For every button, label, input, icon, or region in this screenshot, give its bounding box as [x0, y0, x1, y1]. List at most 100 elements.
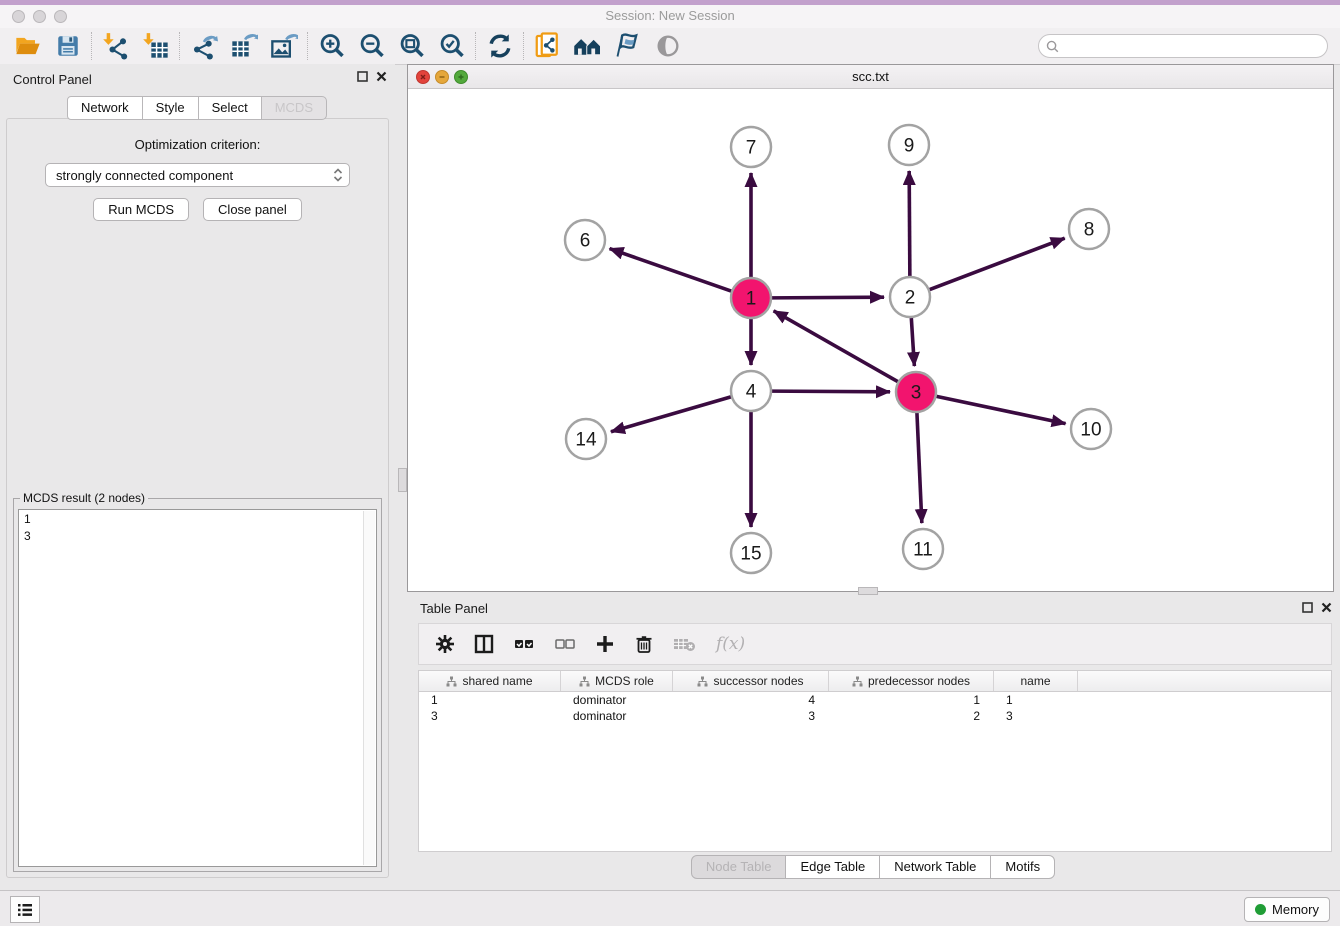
column-header-predecessor-nodes[interactable]: predecessor nodes — [829, 671, 994, 691]
birds-eye-view-button[interactable] — [648, 30, 688, 62]
run-mcds-button[interactable]: Run MCDS — [93, 198, 189, 221]
graph-edge-1-6[interactable] — [610, 249, 732, 291]
graph-edge-3-11[interactable] — [917, 413, 922, 523]
create-column-button[interactable] — [595, 634, 615, 654]
graph-node-7[interactable]: 7 — [731, 127, 771, 167]
search-input[interactable] — [1063, 36, 1327, 56]
graph-node-4[interactable]: 4 — [731, 371, 771, 411]
graph-node-8[interactable]: 8 — [1069, 209, 1109, 249]
zoom-selected-button[interactable] — [432, 30, 472, 62]
cell-mcds-role[interactable]: dominator — [561, 692, 673, 708]
cell-shared-name[interactable]: 3 — [419, 708, 561, 724]
cell-successor-nodes[interactable]: 3 — [673, 708, 829, 724]
zoom-out-button[interactable] — [352, 30, 392, 62]
tab-select[interactable]: Select — [198, 96, 262, 120]
cell-predecessor-nodes[interactable]: 2 — [829, 708, 994, 724]
flag-icon — [614, 32, 642, 60]
tab-mcds[interactable]: MCDS — [261, 96, 327, 120]
graph-node-11[interactable]: 11 — [903, 529, 943, 569]
tab-network-table[interactable]: Network Table — [879, 855, 991, 879]
graph-edge-1-2[interactable] — [772, 297, 884, 298]
tab-edge-table[interactable]: Edge Table — [785, 855, 880, 879]
graph-node-10[interactable]: 10 — [1071, 409, 1111, 449]
table-row[interactable]: 1 dominator 4 1 1 — [419, 692, 1331, 708]
export-network-button[interactable] — [184, 30, 224, 62]
graph-edge-3-1[interactable] — [774, 311, 898, 382]
zoom-in-button[interactable] — [312, 30, 352, 62]
network-canvas[interactable]: 7 9 6 8 1 2 4 3 14 10 15 11 — [408, 89, 1333, 592]
delete-column-button[interactable] — [634, 634, 654, 654]
table-toolbar: f(x) — [418, 623, 1332, 665]
table-settings-button[interactable] — [435, 634, 455, 654]
memory-button[interactable]: Memory — [1244, 897, 1330, 922]
float-panel-icon[interactable] — [357, 71, 368, 82]
tab-motifs[interactable]: Motifs — [990, 855, 1055, 879]
graph-edge-4-14[interactable] — [611, 397, 731, 432]
horizontal-splitter-grip[interactable] — [858, 587, 878, 595]
export-image-button[interactable] — [264, 30, 304, 62]
export-image-icon — [270, 32, 298, 60]
task-history-button[interactable] — [10, 896, 40, 923]
delete-table-button[interactable] — [673, 634, 697, 654]
close-panel-icon[interactable] — [376, 71, 387, 82]
column-header-mcds-role[interactable]: MCDS role — [561, 671, 673, 691]
cell-mcds-role[interactable]: dominator — [561, 708, 673, 724]
graph-node-3[interactable]: 3 — [896, 372, 936, 412]
graph-edge-3-10[interactable] — [937, 396, 1066, 423]
graph-edge-2-9[interactable] — [909, 171, 910, 276]
save-session-button[interactable] — [48, 30, 88, 62]
close-panel-button[interactable]: Close panel — [203, 198, 302, 221]
graph-node-14[interactable]: 14 — [566, 419, 606, 459]
result-scrollbar[interactable] — [363, 511, 375, 865]
graph-node-9[interactable]: 9 — [889, 125, 929, 165]
cell-predecessor-nodes[interactable]: 1 — [829, 692, 994, 708]
close-panel-icon[interactable] — [1321, 602, 1332, 613]
graph-edge-4-3[interactable] — [772, 391, 890, 392]
toolbar-separator — [91, 32, 93, 60]
select-all-columns-button[interactable] — [513, 634, 535, 654]
mcds-result-group: MCDS result (2 nodes) 1 3 — [13, 491, 382, 872]
table-panel: Table Panel — [407, 595, 1340, 887]
graph-node-15[interactable]: 15 — [731, 533, 771, 573]
annotations-button[interactable] — [608, 30, 648, 62]
tab-node-table[interactable]: Node Table — [691, 855, 787, 879]
graph-edge-2-3[interactable] — [911, 318, 914, 366]
svg-text:15: 15 — [740, 544, 761, 565]
column-header-name[interactable]: name — [994, 671, 1078, 691]
graph-node-1[interactable]: 1 — [731, 278, 771, 318]
svg-text:6: 6 — [580, 231, 591, 252]
float-panel-icon[interactable] — [1302, 602, 1313, 613]
cell-name[interactable]: 3 — [994, 708, 1078, 724]
tab-network[interactable]: Network — [67, 96, 143, 120]
window-titlebar: Session: New Session — [0, 5, 1340, 29]
column-header-shared-name[interactable]: shared name — [419, 671, 561, 691]
vertical-splitter-grip[interactable] — [398, 468, 407, 492]
column-type-icon — [697, 676, 708, 687]
export-table-button[interactable] — [224, 30, 264, 62]
network-from-selection-button[interactable] — [528, 30, 568, 62]
function-builder-button[interactable]: f(x) — [716, 634, 745, 654]
show-columns-button[interactable] — [474, 634, 494, 654]
open-session-button[interactable] — [8, 30, 48, 62]
import-table-button[interactable] — [136, 30, 176, 62]
table-panel-title: Table Panel — [420, 601, 488, 616]
optimization-criterion-select[interactable]: strongly connected component — [45, 163, 350, 187]
graph-node-6[interactable]: 6 — [565, 220, 605, 260]
search-box — [1038, 34, 1328, 58]
cell-shared-name[interactable]: 1 — [419, 692, 561, 708]
cell-successor-nodes[interactable]: 4 — [673, 692, 829, 708]
import-network-icon — [102, 32, 130, 60]
tab-style[interactable]: Style — [142, 96, 199, 120]
memory-label: Memory — [1272, 902, 1319, 917]
deselect-all-columns-button[interactable] — [554, 634, 576, 654]
cell-name[interactable]: 1 — [994, 692, 1078, 708]
first-neighbors-button[interactable] — [568, 30, 608, 62]
mcds-result-list[interactable]: 1 3 — [18, 509, 377, 867]
zoom-fit-button[interactable] — [392, 30, 432, 62]
graph-edge-2-8[interactable] — [930, 238, 1065, 289]
table-row[interactable]: 3 dominator 3 2 3 — [419, 708, 1331, 724]
graph-node-2[interactable]: 2 — [890, 277, 930, 317]
import-network-button[interactable] — [96, 30, 136, 62]
column-header-successor-nodes[interactable]: successor nodes — [673, 671, 829, 691]
apply-layout-button[interactable] — [480, 30, 520, 62]
